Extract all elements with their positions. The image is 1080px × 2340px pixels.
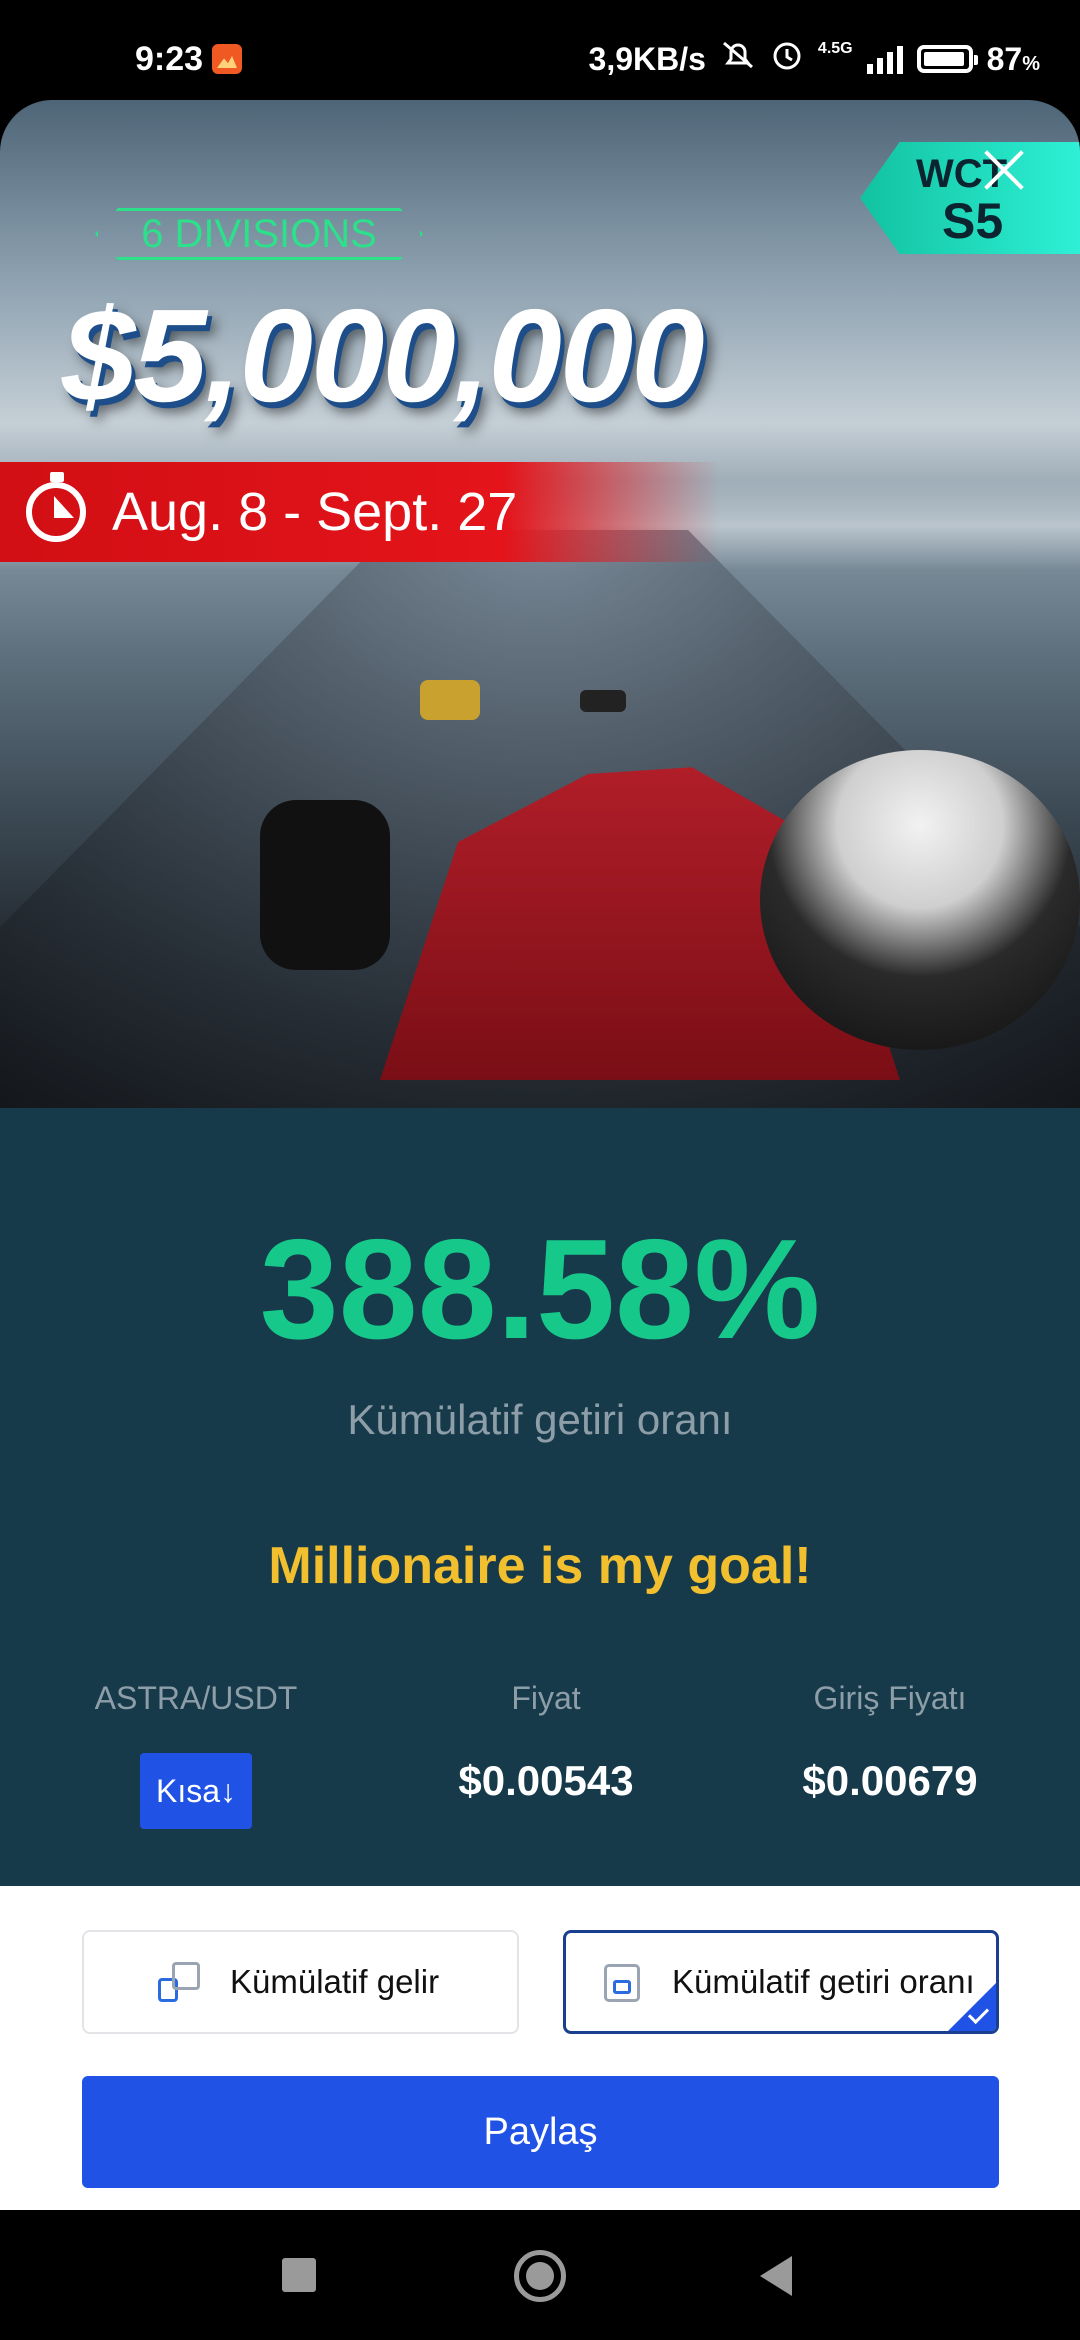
cumulative-income-option[interactable]: Kümülatif gelir — [82, 1930, 519, 2034]
prize-amount: $5,000,000 — [62, 282, 705, 429]
stats-panel: 388.58% Kümülatif getiri oranı Millionai… — [0, 1108, 1080, 1886]
status-time: 9:23 — [135, 40, 204, 78]
event-dates-strip: Aug. 8 - Sept. 27 — [0, 462, 720, 562]
cumulative-return-option-label: Kümülatif getiri oranı — [672, 1963, 975, 2000]
app-notification-icon — [212, 44, 242, 74]
battery-icon — [916, 45, 978, 73]
network-speed: 3,9KB/s — [588, 40, 706, 77]
pair-column: ASTRA/USDT Kısa↓ — [46, 1680, 346, 1829]
status-bar: 9:23 3,9KB/s 4.5G 87% — [0, 0, 1080, 100]
season-label: S5 — [942, 193, 1004, 249]
promo-banner[interactable]: 6 DIVISIONS $5,000,000 Aug. 8 - Sept. 27… — [0, 100, 1080, 1108]
calendar-icon — [600, 1960, 644, 2004]
driver-helmet — [760, 750, 1080, 1050]
race-car-yellow — [420, 680, 480, 720]
battery-level: 87% — [986, 40, 1040, 77]
signal-type-label: 4.5G — [817, 40, 853, 57]
signal-icon — [866, 44, 903, 74]
nav-back-icon[interactable] — [760, 2256, 792, 2296]
short-direction-button[interactable]: Kısa↓ — [140, 1753, 252, 1829]
stopwatch-icon — [26, 472, 86, 542]
event-dates: Aug. 8 - Sept. 27 — [112, 482, 518, 542]
share-options: Kümülatif gelir Kümülatif getiri oranı P… — [0, 1886, 1080, 2210]
nav-home-icon[interactable] — [514, 2250, 566, 2302]
entry-price-column: Giriş Fiyatı $0.00679 — [740, 1680, 1040, 1805]
nav-recents-icon[interactable] — [282, 2258, 316, 2292]
pair-label: ASTRA/USDT — [94, 1680, 298, 1716]
divisions-badge: 6 DIVISIONS — [95, 208, 423, 260]
price-value: $0.00543 — [458, 1757, 634, 1804]
price-column: Fiyat $0.00543 — [396, 1680, 696, 1805]
cumulative-return-label: Kümülatif getiri oranı — [347, 1396, 733, 1443]
cumulative-return-value: 388.58% — [259, 1210, 821, 1369]
price-label: Fiyat — [511, 1680, 581, 1716]
share-button[interactable]: Paylaş — [82, 2076, 999, 2188]
alarm-icon — [770, 38, 804, 80]
chart-icon — [158, 1960, 202, 2004]
status-right: 3,9KB/s 4.5G 87% — [589, 38, 1040, 80]
motto-text: Millionaire is my goal! — [268, 1537, 812, 1595]
car-wheel-left — [260, 800, 390, 970]
wct-season-badge: WCT S5 — [860, 142, 1080, 254]
cumulative-income-label: Kümülatif gelir — [230, 1963, 440, 2000]
mute-icon — [720, 39, 756, 79]
system-nav-bar — [0, 2210, 1080, 2340]
cumulative-return-option[interactable]: Kümülatif getiri oranı — [563, 1930, 999, 2034]
entry-price-label: Giriş Fiyatı — [813, 1680, 967, 1716]
race-car-dark — [580, 690, 626, 712]
entry-price-value: $0.00679 — [802, 1757, 978, 1804]
close-icon[interactable] — [982, 148, 1026, 192]
